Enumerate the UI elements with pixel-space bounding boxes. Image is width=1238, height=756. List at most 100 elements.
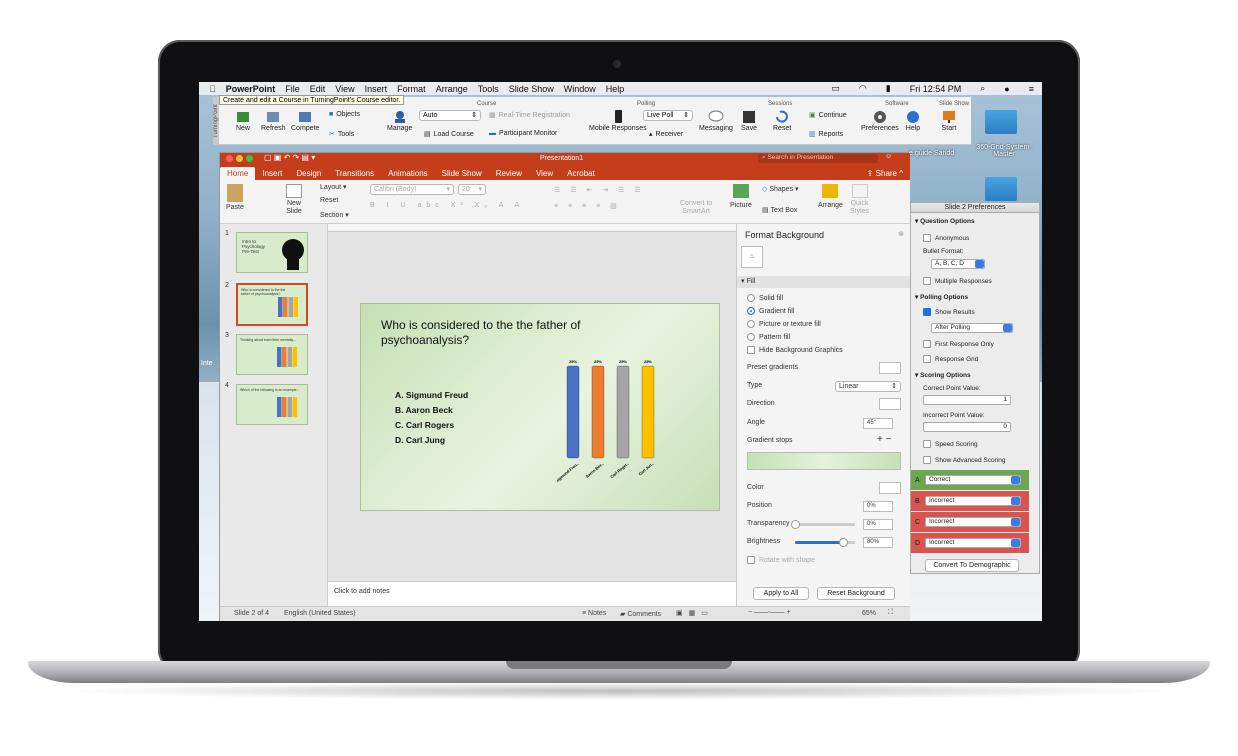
fit-slide-icon[interactable]: ⛶ bbox=[888, 609, 893, 617]
reset-button[interactable]: Reset bbox=[773, 109, 791, 132]
tab-home[interactable]: Home bbox=[220, 167, 256, 180]
folder-icon[interactable] bbox=[985, 110, 1017, 134]
view-buttons[interactable]: ▣▦▭ bbox=[676, 609, 714, 617]
tab-review[interactable]: Review bbox=[489, 167, 529, 180]
start-button[interactable]: Start bbox=[941, 109, 957, 132]
zoom-icon[interactable] bbox=[246, 155, 253, 162]
compete-button[interactable]: Compete bbox=[291, 109, 319, 132]
slide-thumb[interactable]: Which of the following is an example... bbox=[236, 384, 308, 425]
quick-access-icons[interactable]: ▢ ▣ ↶ ↷ ▤ ▾ bbox=[264, 153, 315, 162]
realtime-registration-button[interactable]: ▦ Real-Time Registration bbox=[489, 111, 570, 120]
brightness-slider[interactable] bbox=[795, 538, 855, 547]
tab-transitions[interactable]: Transitions bbox=[328, 167, 381, 180]
receiver-button[interactable]: ▴ Receiver bbox=[649, 130, 683, 139]
section-button[interactable]: Section ▾ bbox=[320, 211, 349, 219]
menu-edit[interactable]: Edit bbox=[310, 84, 326, 94]
refresh-button[interactable]: Refresh bbox=[261, 109, 286, 132]
menu-arrange[interactable]: Arrange bbox=[436, 84, 468, 94]
tab-acrobat[interactable]: Acrobat bbox=[560, 167, 602, 180]
answer-value-select[interactable]: Correct bbox=[925, 475, 1021, 485]
solid-fill-option[interactable]: Solid fill bbox=[747, 294, 783, 302]
show-results-select[interactable]: After Polling bbox=[931, 323, 1013, 333]
new-slide-button[interactable]: New Slide bbox=[286, 184, 302, 216]
transparency-input[interactable]: 0% bbox=[863, 519, 893, 530]
font-size-select[interactable]: 20 ▾ bbox=[458, 184, 486, 195]
response-chart[interactable]: 25% Sigmund Freu.. 25% Aaron Bec.. 25% Carl R… bbox=[557, 354, 677, 504]
menu-tools[interactable]: Tools bbox=[478, 84, 499, 94]
paragraph-buttons[interactable]: ☰ ☰ ⇤ ⇥ ☰ ☰ bbox=[554, 186, 645, 194]
convert-smartart-button[interactable]: Convert to SmartArt bbox=[680, 200, 712, 216]
show-results-checkbox[interactable]: Show Results bbox=[923, 308, 975, 316]
answer-value-select[interactable]: Incorrect bbox=[925, 517, 1021, 527]
comments-button[interactable]: ▰ Comments bbox=[620, 610, 661, 618]
pattern-fill-option[interactable]: Pattern fill bbox=[747, 333, 790, 341]
alignment-buttons[interactable]: ≡ ≡ ≡ ≡ ▥ bbox=[554, 202, 621, 210]
question-options-header[interactable]: ▾ Question Options bbox=[915, 217, 975, 225]
zoom-slider[interactable]: − ——◦—— + bbox=[748, 609, 791, 616]
arrange-button[interactable]: Arrange bbox=[818, 184, 843, 209]
objects-button[interactable]: ■ Objects bbox=[329, 111, 360, 118]
shapes-button[interactable]: ◇ Shapes ▾ bbox=[762, 185, 799, 193]
direction-button[interactable] bbox=[879, 398, 901, 410]
battery-icon[interactable]: ▮ bbox=[886, 83, 891, 94]
font-family-select[interactable]: Calibri (Body) ▾ bbox=[370, 184, 454, 195]
wifi-icon[interactable]: ◠ bbox=[859, 83, 867, 94]
brightness-input[interactable]: 80% bbox=[863, 537, 893, 548]
help-button[interactable]: Help bbox=[905, 109, 921, 132]
tab-animations[interactable]: Animations bbox=[381, 167, 435, 180]
transparency-slider[interactable] bbox=[791, 520, 855, 529]
menu-slideshow[interactable]: Slide Show bbox=[509, 84, 554, 94]
siri-icon[interactable]: ● bbox=[1004, 84, 1009, 94]
convert-demographic-button[interactable]: Convert To Demographic bbox=[925, 559, 1019, 572]
correct-value-input[interactable]: 1 bbox=[923, 395, 1011, 405]
gradient-stops-bar[interactable] bbox=[747, 452, 901, 470]
type-select[interactable]: Linear ⇕ bbox=[835, 381, 901, 392]
messaging-button[interactable]: Messaging bbox=[699, 109, 733, 132]
rotate-with-shape-checkbox[interactable]: Rotate with shape bbox=[747, 556, 815, 564]
save-button[interactable]: Save bbox=[741, 109, 757, 132]
bullet-format-select[interactable]: A, B, C, D bbox=[931, 259, 985, 269]
load-course-button[interactable]: ▤ Load Course bbox=[424, 130, 474, 139]
advanced-scoring-checkbox[interactable]: Show Advanced Scoring bbox=[923, 456, 1005, 464]
notes-button[interactable]: ≡ Notes bbox=[582, 610, 606, 617]
first-response-checkbox[interactable]: First Response Only bbox=[923, 340, 994, 348]
response-grid-checkbox[interactable]: Response Grid bbox=[923, 355, 978, 363]
picture-fill-option[interactable]: Picture or texture fill bbox=[747, 320, 821, 328]
position-input[interactable]: 0% bbox=[863, 501, 893, 512]
slide-thumb[interactable]: Thinking about each item mentally... bbox=[236, 334, 308, 375]
clock[interactable]: Fri 12:54 PM bbox=[910, 84, 962, 94]
text-box-button[interactable]: ▤ Text Box bbox=[762, 206, 797, 214]
folder-icon[interactable] bbox=[985, 177, 1017, 201]
polling-options-header[interactable]: ▾ Polling Options bbox=[915, 293, 968, 301]
apply-to-all-button[interactable]: Apply to All bbox=[753, 587, 809, 600]
color-picker-button[interactable] bbox=[879, 482, 901, 494]
preferences-button[interactable]: Preferences bbox=[861, 109, 899, 132]
close-icon[interactable] bbox=[226, 155, 233, 162]
notification-list-icon[interactable]: ≡ bbox=[1029, 84, 1034, 94]
slide-thumb-selected[interactable]: Who is considered to the the father of p… bbox=[236, 283, 308, 326]
multiple-responses-checkbox[interactable]: Multiple Responses bbox=[923, 277, 992, 285]
tab-slideshow[interactable]: Slide Show bbox=[435, 167, 489, 180]
airplay-icon[interactable]: ▭ bbox=[831, 83, 840, 94]
menu-app[interactable]: PowerPoint bbox=[226, 84, 276, 94]
answer-value-select[interactable]: Incorrect bbox=[925, 496, 1021, 506]
quick-styles-button[interactable]: Quick Styles bbox=[850, 184, 869, 216]
preset-gradients-button[interactable] bbox=[879, 362, 901, 374]
tab-insert[interactable]: Insert bbox=[255, 167, 289, 180]
font-format-buttons[interactable]: B I U abc X² X₂ A A bbox=[370, 202, 524, 209]
layout-button[interactable]: Layout ▾ bbox=[320, 183, 347, 191]
answer-value-select[interactable]: Incorrect bbox=[925, 538, 1021, 548]
menu-window[interactable]: Window bbox=[564, 84, 596, 94]
tools-button[interactable]: ✂ Tools bbox=[329, 130, 354, 139]
reset-background-button[interactable]: Reset Background bbox=[817, 587, 895, 600]
reset-slide-button[interactable]: Reset bbox=[320, 197, 338, 204]
search-input[interactable]: ⌕ Search in Presentation bbox=[758, 154, 878, 163]
participant-monitor-button[interactable]: ▬ Participant Monitor bbox=[489, 130, 557, 137]
mobile-responses-button[interactable]: Mobile Responses bbox=[589, 109, 647, 132]
tab-view[interactable]: View bbox=[529, 167, 560, 180]
gradient-fill-option[interactable]: Gradient fill bbox=[747, 307, 794, 315]
reports-button[interactable]: ▥ Reports bbox=[809, 130, 843, 139]
incorrect-value-input[interactable]: 0 bbox=[923, 422, 1011, 432]
menu-format[interactable]: Format bbox=[397, 84, 426, 94]
speed-scoring-checkbox[interactable]: Speed Scoring bbox=[923, 440, 978, 448]
